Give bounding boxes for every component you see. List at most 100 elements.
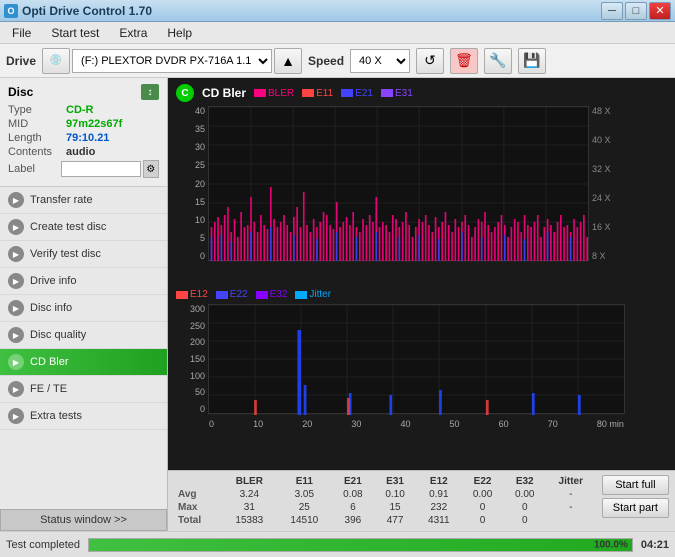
nav-disc-info[interactable]: ▶ Disc info: [0, 295, 167, 322]
stats-avg-e12: 0.91: [416, 488, 461, 501]
stats-max-e22: 0: [461, 501, 503, 514]
menu-help[interactable]: Help: [159, 24, 200, 42]
stats-col-e32-header: E32: [504, 475, 546, 488]
nav-create-test-disc-label: Create test disc: [30, 221, 106, 233]
nav-drive-info[interactable]: ▶ Drive info: [0, 268, 167, 295]
drive-info-icon: ▶: [8, 273, 24, 289]
menu-start-test[interactable]: Start test: [43, 24, 107, 42]
disc-length-label: Length: [8, 132, 66, 144]
stats-avg-e21: 0.08: [332, 488, 374, 501]
nav-transfer-rate-label: Transfer rate: [30, 194, 93, 206]
legend-jitter: Jitter: [295, 289, 331, 300]
legend-e12-label: E12: [190, 289, 208, 300]
legend-e12-color: [176, 291, 188, 299]
nav-fe-te-label: FE / TE: [30, 383, 67, 395]
stats-avg-e31: 0.10: [374, 488, 416, 501]
stats-avg-bler: 3.24: [222, 488, 277, 501]
top-chart-svg: [209, 107, 588, 262]
main-layout: Disc ↕ Type CD-R MID 97m22s67f Length 79…: [0, 78, 675, 531]
stats-wrapper: BLER E11 E21 E31 E12 E22 E32 Jitter Avg: [174, 475, 669, 527]
maximize-button[interactable]: □: [625, 2, 647, 20]
nav-extra-tests[interactable]: ▶ Extra tests: [0, 403, 167, 430]
bottom-chart-svg: [209, 305, 624, 415]
stats-max-bler: 31: [222, 501, 277, 514]
status-window-button[interactable]: Status window >>: [0, 509, 167, 531]
fe-te-icon: ▶: [8, 381, 24, 397]
disc-refresh-button[interactable]: ↕: [141, 84, 159, 100]
disc-info-icon: ▶: [8, 300, 24, 316]
disc-panel-title: Disc: [8, 85, 33, 99]
stats-total-e11: 14510: [277, 514, 332, 527]
nav-transfer-rate[interactable]: ▶ Transfer rate: [0, 187, 167, 214]
close-button[interactable]: ✕: [649, 2, 671, 20]
legend-e32-color: [256, 291, 268, 299]
nav-disc-info-label: Disc info: [30, 302, 72, 314]
bottom-chart-x-axis: 0 10 20 30 40 50 60 70 80 min: [209, 419, 624, 429]
progress-container: 100.0%: [88, 538, 633, 552]
legend-e31-color: [381, 89, 393, 97]
disc-contents-row: Contents audio: [8, 146, 159, 158]
nav-create-test-disc[interactable]: ▶ Create test disc: [0, 214, 167, 241]
action-buttons: Start full Start part: [596, 475, 669, 518]
minimize-button[interactable]: ─: [601, 2, 623, 20]
nav-disc-quality[interactable]: ▶ Disc quality: [0, 322, 167, 349]
stats-col-e22-header: E22: [461, 475, 503, 488]
top-chart-y-axis-left: 40 35 30 25 20 15 10 5 0: [176, 106, 208, 261]
legend-e21-label: E21: [355, 88, 373, 99]
stats-area: BLER E11 E21 E31 E12 E22 E32 Jitter Avg: [168, 470, 675, 531]
stats-avg-e32: 0.00: [504, 488, 546, 501]
title-bar: O Opti Drive Control 1.70 ─ □ ✕: [0, 0, 675, 22]
menu-extra[interactable]: Extra: [111, 24, 155, 42]
disc-type-row: Type CD-R: [8, 104, 159, 116]
start-full-button[interactable]: Start full: [602, 475, 669, 495]
drive-select[interactable]: (F:) PLEXTOR DVDR PX-716A 1.11: [72, 49, 272, 73]
disc-length-value: 79:10.21: [66, 132, 109, 144]
app-title: Opti Drive Control 1.70: [22, 4, 152, 18]
legend-e31: E31: [381, 88, 413, 99]
content-area: C CD Bler BLER E11 E21: [168, 78, 675, 531]
settings-button[interactable]: 🔧: [484, 48, 512, 74]
create-test-disc-icon: ▶: [8, 219, 24, 235]
transfer-rate-icon: ▶: [8, 192, 24, 208]
nav-list: ▶ Transfer rate ▶ Create test disc ▶ Ver…: [0, 187, 167, 430]
legend-e32-label: E32: [270, 289, 288, 300]
nav-verify-test-disc[interactable]: ▶ Verify test disc: [0, 241, 167, 268]
top-chart-legend: BLER E11 E21 E31: [254, 88, 413, 99]
nav-cd-bler[interactable]: ▶ CD Bler: [0, 349, 167, 376]
nav-verify-test-disc-label: Verify test disc: [30, 248, 101, 260]
nav-extra-tests-label: Extra tests: [30, 410, 82, 422]
stats-col-label-header: [174, 475, 222, 488]
stats-max-e11: 25: [277, 501, 332, 514]
menu-file[interactable]: File: [4, 24, 39, 42]
nav-fe-te[interactable]: ▶ FE / TE: [0, 376, 167, 403]
disc-panel: Disc ↕ Type CD-R MID 97m22s67f Length 79…: [0, 78, 167, 187]
disc-mid-label: MID: [8, 118, 66, 130]
stats-header-row: BLER E11 E21 E31 E12 E22 E32 Jitter: [174, 475, 596, 488]
legend-e31-label: E31: [395, 88, 413, 99]
start-part-button[interactable]: Start part: [602, 498, 669, 518]
legend-e11-label: E11: [316, 88, 333, 99]
legend-e22-color: [216, 291, 228, 299]
speed-select[interactable]: 40 X: [350, 49, 410, 73]
refresh-button[interactable]: ↺: [416, 48, 444, 74]
disc-label-input[interactable]: [61, 161, 141, 177]
cd-bler-icon: ▶: [8, 354, 24, 370]
nav-drive-info-label: Drive info: [30, 275, 76, 287]
disc-label-row: Label ⚙: [8, 160, 159, 178]
stats-col-e31-header: E31: [374, 475, 416, 488]
bottom-chart-area: 0 10 20 30 40 50 60 70 80 min: [208, 304, 625, 414]
app-icon: O: [4, 4, 18, 18]
stats-total-jitter: [546, 514, 596, 527]
window-controls: ─ □ ✕: [601, 2, 671, 20]
disc-label-settings-button[interactable]: ⚙: [143, 160, 159, 178]
stats-total-e22: 0: [461, 514, 503, 527]
stats-total-label: Total: [174, 514, 222, 527]
legend-e32: E32: [256, 289, 288, 300]
disc-contents-value: audio: [66, 146, 95, 158]
eject-button[interactable]: ▲: [274, 48, 302, 74]
clear-button[interactable]: 🗑: [450, 48, 478, 74]
sidebar: Disc ↕ Type CD-R MID 97m22s67f Length 79…: [0, 78, 168, 531]
stats-max-e21: 6: [332, 501, 374, 514]
stats-total-e12: 4311: [416, 514, 461, 527]
save-button[interactable]: 💾: [518, 48, 546, 74]
